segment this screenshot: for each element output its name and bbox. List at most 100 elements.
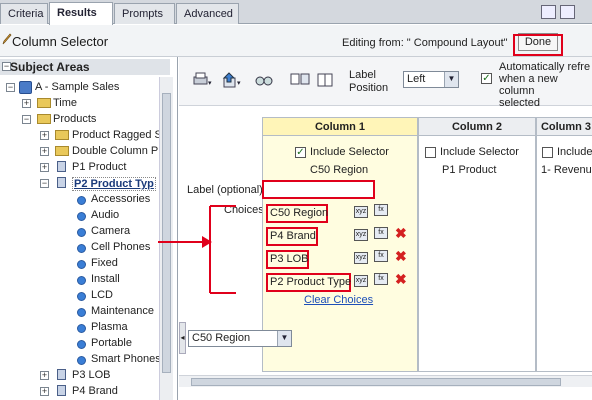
column-icon bbox=[77, 340, 86, 349]
folder-icon bbox=[37, 114, 51, 124]
svg-text:▾: ▾ bbox=[208, 80, 212, 87]
folder-icon bbox=[55, 146, 69, 156]
include-selector-checkbox-2[interactable] bbox=[425, 147, 436, 158]
save-icon[interactable] bbox=[541, 5, 556, 19]
horizontal-scrollbar[interactable] bbox=[179, 375, 592, 387]
tree-item-install[interactable]: Install bbox=[91, 273, 120, 285]
title-bar: Column Selector Editing from: " Compound… bbox=[0, 25, 592, 57]
expand-icon[interactable]: + bbox=[40, 387, 49, 396]
tree-item-time[interactable]: Time bbox=[53, 97, 77, 109]
preview-dropdown[interactable]: C50 Region ▼ bbox=[188, 330, 292, 347]
tree-item-fixed[interactable]: Fixed bbox=[91, 257, 118, 269]
tree-item-sample-sales[interactable]: A - Sample Sales bbox=[35, 81, 119, 93]
tree-item-product-ragged[interactable]: Product Ragged S bbox=[72, 129, 162, 141]
table-icon bbox=[57, 161, 66, 172]
formula-icon[interactable]: fx bbox=[374, 273, 388, 285]
tree-item-lcd[interactable]: LCD bbox=[91, 289, 113, 301]
choice-item[interactable]: P4 Brand bbox=[270, 230, 316, 242]
preview-icon[interactable] bbox=[253, 71, 275, 89]
tab-prompts[interactable]: Prompts bbox=[114, 3, 175, 24]
clear-choices-link[interactable]: Clear Choices bbox=[304, 294, 373, 306]
subject-areas-header[interactable]: Subject Areas bbox=[0, 59, 170, 75]
column-icon bbox=[77, 260, 86, 269]
column-properties-icon[interactable] bbox=[315, 71, 337, 89]
pencil-icon bbox=[2, 33, 12, 45]
column-icon bbox=[77, 308, 86, 317]
column-icon bbox=[77, 276, 86, 285]
column-selector-pane: ▾ ▾ Label Position Left ▼ ✓ Automaticall… bbox=[179, 57, 592, 400]
expand-icon[interactable]: + bbox=[40, 147, 49, 156]
auto-refresh-checkbox[interactable]: ✓ bbox=[481, 73, 492, 84]
column-1-header: Column 1 bbox=[263, 118, 417, 136]
collapse-icon[interactable]: − bbox=[22, 115, 31, 124]
formula-icon[interactable]: fx bbox=[374, 250, 388, 262]
save-as-icon[interactable] bbox=[560, 5, 575, 19]
include-selector-label-3: Include Selecto bbox=[557, 146, 592, 158]
column-icon bbox=[77, 244, 86, 253]
tree-item-p3-lob[interactable]: P3 LOB bbox=[72, 369, 111, 381]
tree-item-plasma[interactable]: Plasma bbox=[91, 321, 128, 333]
expand-icon[interactable]: + bbox=[40, 163, 49, 172]
format-icon[interactable]: xyz bbox=[354, 275, 368, 287]
tree-item-portable[interactable]: Portable bbox=[91, 337, 132, 349]
include-selector-checkbox-3[interactable] bbox=[542, 147, 553, 158]
choice-item[interactable]: C50 Region bbox=[270, 207, 328, 219]
delete-icon[interactable]: ✖ bbox=[395, 271, 407, 288]
column-3-value: 1- Revenue bbox=[541, 164, 592, 176]
annotation-arrow bbox=[158, 205, 236, 294]
include-selector-label-2: Include Selector bbox=[440, 146, 519, 158]
tab-results[interactable]: Results bbox=[49, 2, 113, 25]
toolbar: ▾ ▾ Label Position Left ▼ ✓ Automaticall… bbox=[179, 57, 592, 109]
done-highlight bbox=[513, 34, 563, 56]
column-1-value: C50 Region bbox=[310, 164, 369, 176]
choice-item[interactable]: P3 LOB bbox=[270, 253, 309, 265]
tree-item-cell-phones[interactable]: Cell Phones bbox=[91, 241, 150, 253]
expand-icon[interactable]: + bbox=[40, 131, 49, 140]
format-icon[interactable]: xyz bbox=[354, 252, 368, 264]
column-icon bbox=[77, 292, 86, 301]
formula-icon[interactable]: fx bbox=[374, 204, 388, 216]
tree-item-maintenance[interactable]: Maintenance bbox=[91, 305, 154, 317]
label-input-highlight bbox=[262, 180, 375, 199]
label-position-select[interactable]: Left ▼ bbox=[403, 71, 459, 88]
tree-item-camera[interactable]: Camera bbox=[91, 225, 130, 237]
expand-icon[interactable]: + bbox=[40, 371, 49, 380]
preview-dropdown-value: C50 Region bbox=[192, 332, 251, 344]
scrollbar-thumb[interactable] bbox=[191, 378, 561, 386]
auto-refresh-text: Automatically refre when a new column se… bbox=[499, 61, 591, 109]
format-icon[interactable]: xyz bbox=[354, 229, 368, 241]
page-title: Column Selector bbox=[12, 34, 109, 49]
choice-item[interactable]: P2 Product Type bbox=[270, 276, 351, 288]
tree-item-double-column[interactable]: Double Column Pr bbox=[72, 145, 162, 157]
filter-icon[interactable] bbox=[289, 71, 311, 89]
table-icon bbox=[57, 177, 66, 188]
tree-item-smart-phones[interactable]: Smart Phones bbox=[91, 353, 161, 365]
label-optional-text: Label (optional) bbox=[187, 184, 263, 196]
collapse-icon[interactable]: − bbox=[6, 83, 15, 92]
delete-icon[interactable]: ✖ bbox=[395, 225, 407, 242]
tree-item-p4-brand[interactable]: P4 Brand bbox=[72, 385, 118, 397]
formula-icon[interactable]: fx bbox=[374, 227, 388, 239]
folder-icon bbox=[37, 98, 51, 108]
expand-icon[interactable]: + bbox=[22, 99, 31, 108]
print-icon[interactable]: ▾ bbox=[191, 71, 213, 89]
tree-item-accessories[interactable]: Accessories bbox=[91, 193, 150, 205]
tab-advanced[interactable]: Advanced bbox=[176, 3, 239, 24]
tree-item-p2-product-type[interactable]: P2 Product Typ bbox=[72, 177, 156, 191]
chevron-down-icon: ▼ bbox=[277, 331, 291, 346]
export-icon[interactable]: ▾ bbox=[221, 71, 243, 89]
collapse-icon[interactable]: − bbox=[2, 62, 11, 71]
label-position-value: Left bbox=[407, 73, 426, 85]
tree-item-p1-product[interactable]: P1 Product bbox=[72, 161, 126, 173]
delete-icon[interactable]: ✖ bbox=[395, 248, 407, 265]
tab-criteria[interactable]: Criteria bbox=[0, 3, 48, 24]
splitter-handle[interactable]: ◂ bbox=[179, 322, 186, 354]
collapse-icon[interactable]: − bbox=[40, 179, 49, 188]
include-selector-checkbox-1[interactable]: ✓ bbox=[295, 147, 306, 158]
tree-item-audio[interactable]: Audio bbox=[91, 209, 119, 221]
format-icon[interactable]: xyz bbox=[354, 206, 368, 218]
table-icon bbox=[57, 385, 66, 396]
tree-item-products[interactable]: Products bbox=[53, 113, 96, 125]
column-icon bbox=[77, 196, 86, 205]
editing-from-text: Editing from: " Compound Layout" bbox=[342, 37, 508, 49]
